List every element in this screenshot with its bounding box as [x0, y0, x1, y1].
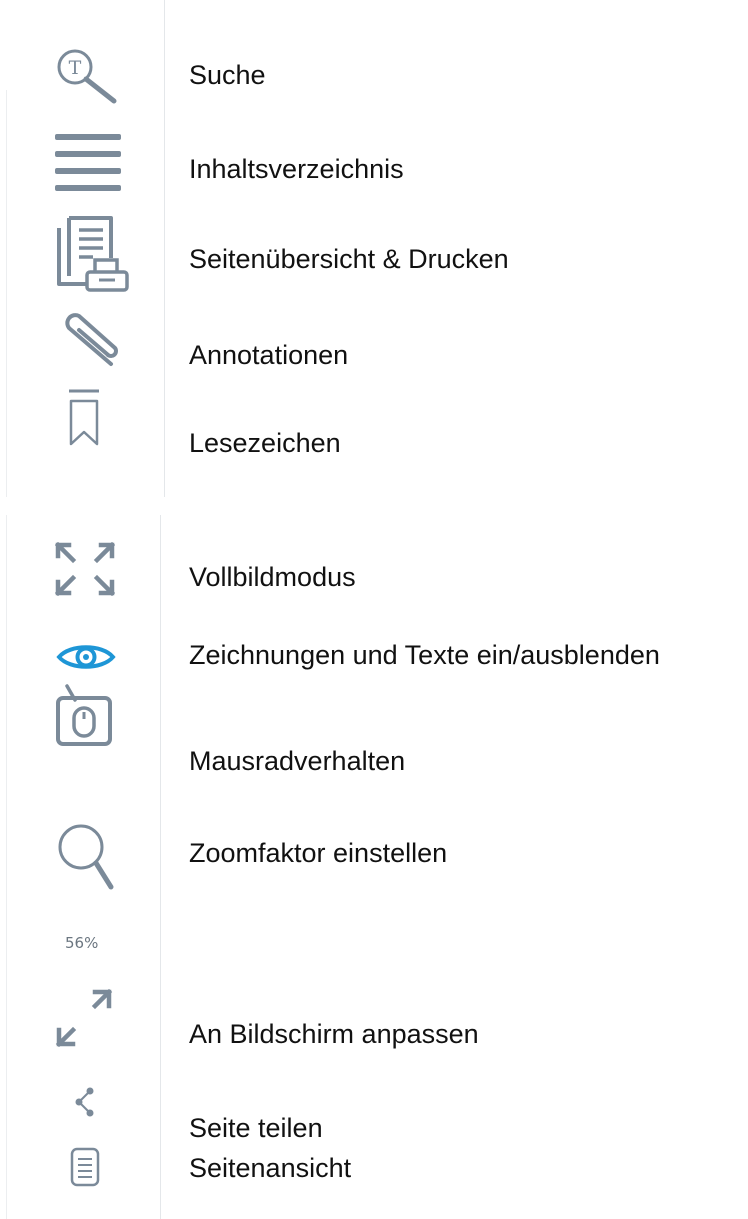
paperclip-icon[interactable] [55, 308, 123, 372]
search-label: Suche [189, 60, 266, 90]
toc-label: Inhaltsverzeichnis [189, 154, 404, 184]
share-icon[interactable] [74, 1087, 96, 1117]
page-print-icon[interactable] [55, 214, 133, 294]
toggle-drawings-label: Zeichnungen und Texte ein/ausblenden [189, 640, 660, 670]
svg-text:T: T [69, 57, 82, 79]
top-panel-left-edge [6, 90, 7, 497]
fullscreen-icon[interactable] [55, 542, 115, 596]
bottom-panel-left-edge [6, 515, 7, 1219]
share-label: Seite teilen [189, 1113, 323, 1143]
page-overview-print-label: Seitenübersicht & Drucken [189, 244, 509, 274]
fullscreen-label: Vollbildmodus [189, 562, 356, 592]
page-view-label: Seitenansicht [189, 1153, 352, 1183]
bottom-panel-divider [160, 515, 161, 1219]
bookmark-icon[interactable] [68, 388, 100, 448]
annotations-label: Annotationen [189, 340, 349, 370]
page-view-icon[interactable] [70, 1147, 100, 1187]
bookmarks-label: Lesezeichen [189, 428, 341, 458]
zoom-icon[interactable] [55, 815, 117, 893]
fit-screen-label: An Bildschirm anpassen [189, 1019, 479, 1049]
text-search-icon[interactable]: T [52, 48, 122, 108]
top-panel-divider [164, 0, 165, 497]
zoom-label: Zoomfaktor einstellen [189, 838, 448, 868]
mouse-wheel-label: Mausradverhalten [189, 746, 406, 776]
zoom-level-value: 56% [65, 934, 99, 952]
mouse-wheel-icon[interactable] [55, 684, 115, 746]
menu-icon[interactable] [55, 131, 121, 193]
eye-icon[interactable] [56, 641, 116, 673]
fit-screen-icon[interactable] [55, 988, 115, 1048]
